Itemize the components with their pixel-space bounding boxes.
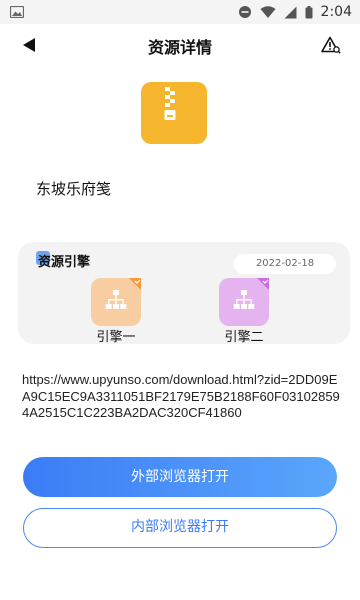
image-icon — [10, 6, 24, 18]
back-arrow-icon — [22, 37, 36, 57]
resource-name: 东坡乐府笺 — [36, 180, 112, 198]
battery-icon — [305, 5, 313, 19]
status-bar: 2:04 — [0, 0, 360, 24]
date-badge: 2022-02-18 — [234, 254, 336, 274]
wifi-icon — [260, 5, 276, 19]
engine-header: 资源引擎 — [36, 251, 91, 274]
engine-title: 资源引擎 — [38, 255, 91, 270]
page-title: 资源详情 — [147, 38, 212, 57]
zip-file-icon — [141, 82, 207, 144]
warning-icon — [321, 36, 341, 58]
status-time: 2:04 — [320, 4, 352, 20]
check-badge-icon — [129, 278, 141, 290]
engine-item-1[interactable]: 引擎一 — [76, 278, 156, 346]
engine-item-2[interactable]: 引擎二 — [204, 278, 284, 346]
resource-url[interactable]: https://www.upyunso.com/download.html?zi… — [22, 372, 342, 424]
signal-icon — [284, 6, 297, 19]
engine-label-1: 引擎一 — [96, 330, 136, 345]
open-external-browser-button[interactable]: 外部浏览器打开 — [23, 457, 337, 497]
network-icon — [232, 289, 256, 315]
back-button[interactable] — [18, 36, 40, 58]
network-icon — [104, 289, 128, 315]
engine-card: 资源引擎 2022-02-18 引擎一 引擎二 — [18, 242, 350, 346]
check-badge-icon — [257, 278, 269, 290]
open-internal-browser-button[interactable]: 内部浏览器打开 — [23, 508, 337, 548]
engine-label-2: 引擎二 — [224, 330, 264, 345]
dnd-icon — [238, 5, 252, 19]
engine-icon-box — [219, 278, 269, 326]
engine-icon-box — [91, 278, 141, 326]
app-bar: 资源详情 — [0, 24, 360, 68]
report-button[interactable] — [318, 34, 344, 60]
